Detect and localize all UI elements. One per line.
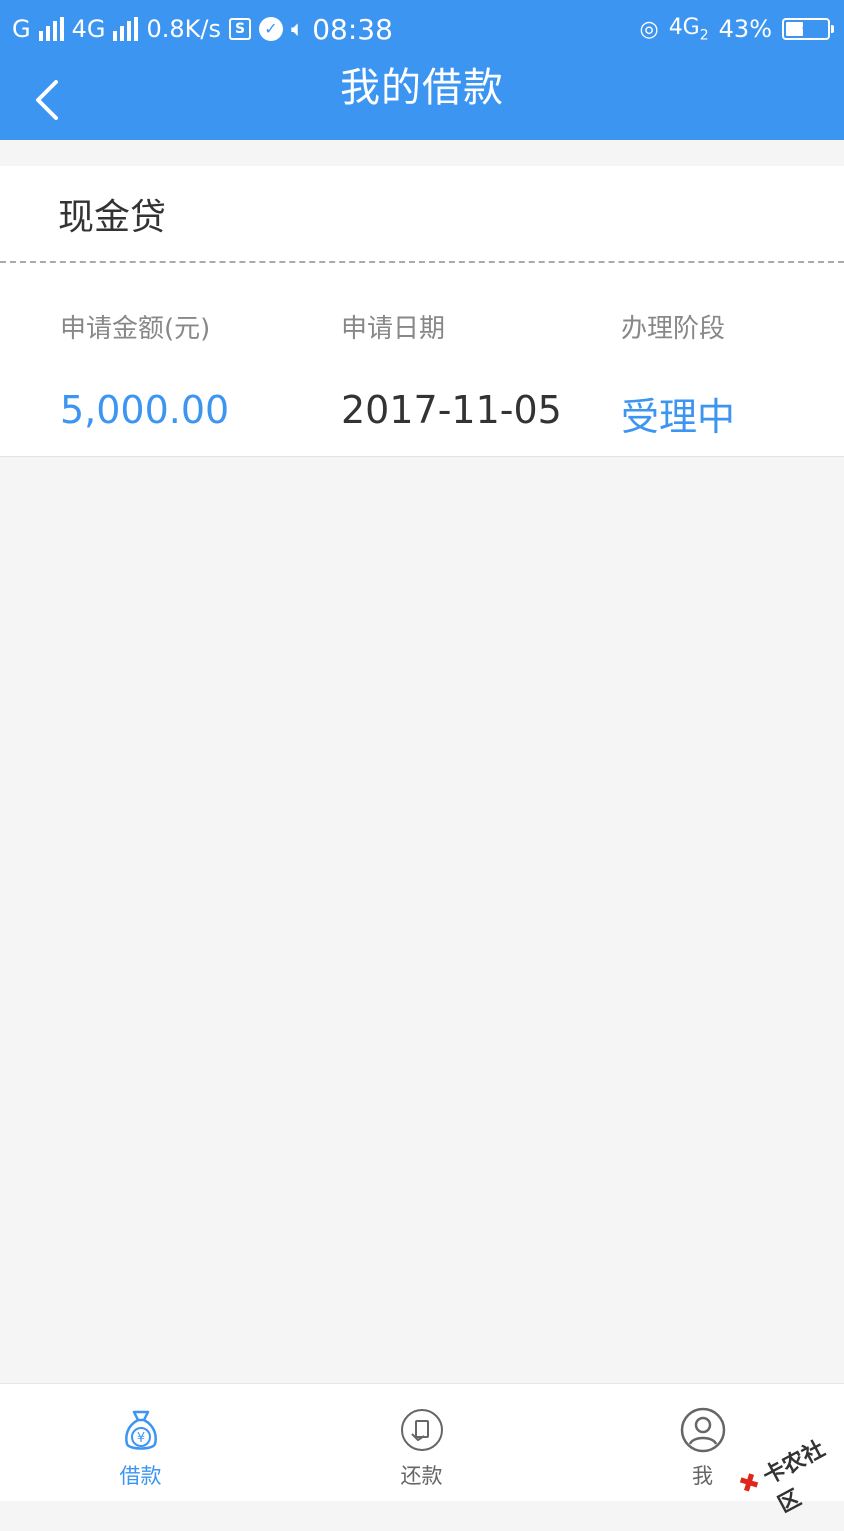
status-time: 08:38 [312,12,393,46]
loan-product-name: 现金贷 [58,197,167,238]
tab-borrow-label: 借款 [119,1464,162,1488]
status-bar-left: G 4G 0.8K/s S ✓ 🔈︎ 08:38 [12,0,393,58]
signal-icon-2 [113,17,139,41]
tab-repay-label: 还款 [400,1464,443,1488]
repay-icon [400,1409,443,1451]
speaker-icon: 🔈︎ [290,16,305,42]
date-label: 申请日期 [341,314,446,344]
header-bar: 我的借款 [0,58,844,140]
user-icon [680,1407,725,1453]
status-bar-right: ◎ 4G2 43% ϟ [639,0,834,58]
status-bar: G 4G 0.8K/s S ✓ 🔈︎ 08:38 ◎ 4G2 43% ϟ [0,0,844,58]
date-value: 2017-11-05 [341,388,562,432]
network-label: 4G [668,14,700,40]
charging-icon: ϟ [800,19,812,38]
page-title: 我的借款 [340,65,504,111]
hotspot-icon: ◎ [639,16,659,42]
battery-percent: 43% [718,15,772,43]
carrier1-label: G [12,15,31,43]
amount-value: 5,000.00 [60,388,230,432]
tab-borrow[interactable]: ¥ 借款 [0,1384,281,1501]
dashed-divider [0,261,844,263]
battery-icon: ϟ [782,18,834,40]
signal-icon [38,17,64,41]
check-icon: ✓ [258,17,283,41]
bottom-tab-bar: ¥ 借款 还款 我 ✖ 卡农社区 [0,1383,844,1518]
tab-repay[interactable]: 还款 [281,1384,562,1501]
s-app-icon: S [228,18,251,40]
stage-value: 受理中 [621,395,736,439]
svg-text:¥: ¥ [136,1431,144,1446]
network-speed: 0.8K/s [146,15,221,43]
stage-label: 办理阶段 [621,314,726,344]
loan-card[interactable]: 现金贷 申请金额(元) 申请日期 办理阶段 5,000.00 2017-11-0… [0,166,844,457]
carrier2-label: 4G [71,15,106,43]
network-type: 4G2 [669,15,709,43]
money-bag-icon: ¥ [124,1410,157,1450]
network-sub: 2 [699,27,709,44]
amount-label: 申请金额(元) [60,314,211,344]
